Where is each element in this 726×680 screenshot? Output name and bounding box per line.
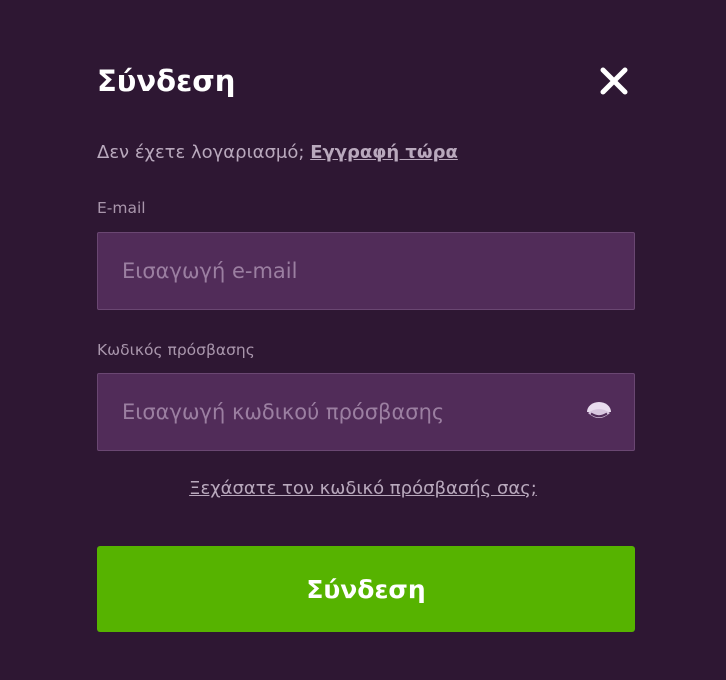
email-field[interactable] bbox=[98, 233, 634, 309]
eye-icon[interactable] bbox=[586, 401, 612, 423]
password-label: Κωδικός πρόσβασης bbox=[97, 341, 255, 359]
close-icon[interactable] bbox=[598, 65, 630, 97]
email-label: E-mail bbox=[97, 199, 146, 217]
password-field[interactable] bbox=[98, 374, 634, 450]
login-button[interactable]: Σύνδεση bbox=[97, 546, 635, 632]
password-field-wrapper bbox=[97, 373, 635, 451]
login-modal: Σύνδεση Δεν έχετε λογαριασμό; Εγγραφή τώ… bbox=[0, 0, 726, 680]
email-field-wrapper bbox=[97, 232, 635, 310]
signup-row: Δεν έχετε λογαριασμό; Εγγραφή τώρα bbox=[97, 142, 458, 163]
signup-link[interactable]: Εγγραφή τώρα bbox=[310, 142, 458, 163]
forgot-password-link[interactable]: Ξεχάσατε τον κωδικό πρόσβασής σας; bbox=[189, 478, 537, 499]
modal-title: Σύνδεση bbox=[97, 64, 236, 98]
signup-prompt: Δεν έχετε λογαριασμό; bbox=[97, 142, 305, 163]
forgot-password-row: Ξεχάσατε τον κωδικό πρόσβασής σας; bbox=[0, 478, 726, 499]
